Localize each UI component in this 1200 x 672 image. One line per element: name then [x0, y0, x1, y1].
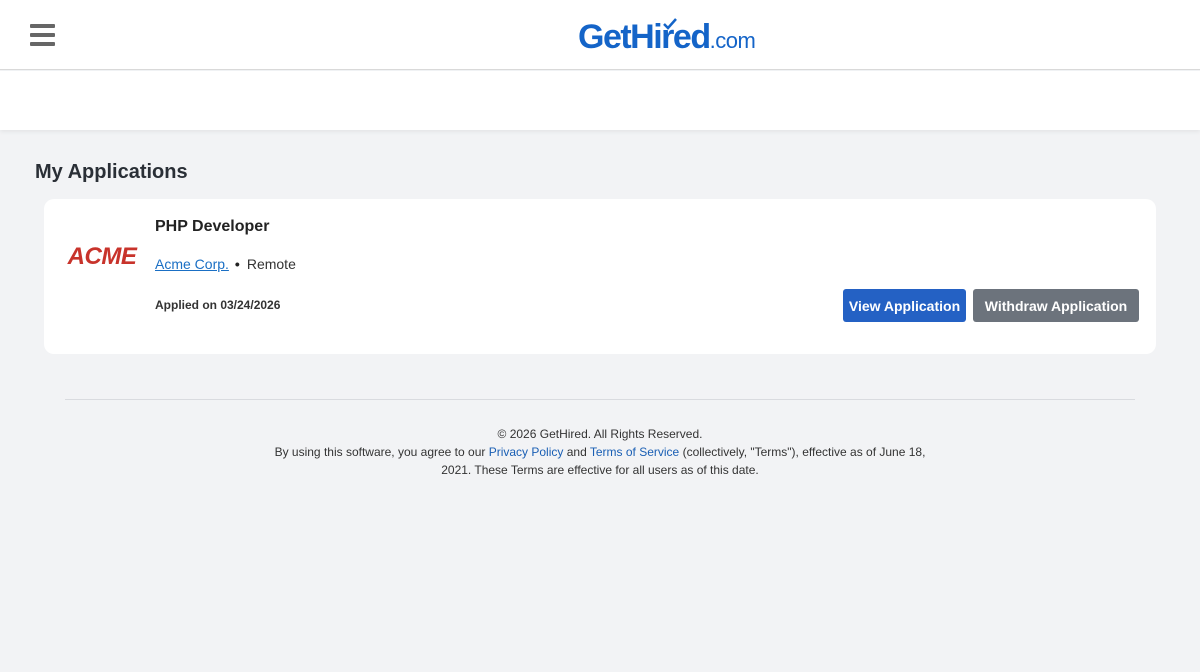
terms-prefix: By using this software, you agree to our — [274, 445, 489, 459]
view-application-button[interactable]: View Application — [843, 289, 966, 322]
svg-text:ACME: ACME — [67, 243, 138, 269]
terms-notice: By using this software, you agree to our… — [270, 443, 930, 479]
job-title: PHP Developer — [155, 218, 270, 235]
applied-date: Applied on 03/24/2026 — [155, 298, 281, 312]
top-navbar: GetHired.com — [0, 0, 1200, 70]
footer: © 2026 GetHired. All Rights Reserved. By… — [270, 425, 930, 479]
page-title: My Applications — [35, 161, 188, 183]
privacy-policy-link[interactable]: Privacy Policy — [489, 445, 564, 459]
logo-main-text: GetHired — [578, 18, 711, 56]
copyright-text: © 2026 GetHired. All Rights Reserved. — [497, 427, 703, 441]
logo-suffix-text: .com — [709, 28, 756, 53]
separator-bullet: • — [234, 256, 240, 272]
company-link[interactable]: Acme Corp. — [155, 256, 229, 272]
withdraw-application-button[interactable]: Withdraw Application — [973, 289, 1139, 322]
footer-divider — [65, 399, 1135, 400]
logo-checkmark-icon — [663, 18, 677, 30]
application-card: ACME PHP Developer Acme Corp. • Remote App… — [44, 199, 1156, 354]
hamburger-menu-icon[interactable] — [30, 24, 55, 46]
job-location: Remote — [246, 256, 296, 272]
acme-logo: ACME — [67, 243, 138, 269]
company-location-line: Acme Corp. • Remote — [155, 256, 296, 272]
sub-header-bar — [0, 71, 1200, 130]
terms-of-service-link[interactable]: Terms of Service — [590, 445, 679, 459]
terms-and: and — [563, 445, 590, 459]
